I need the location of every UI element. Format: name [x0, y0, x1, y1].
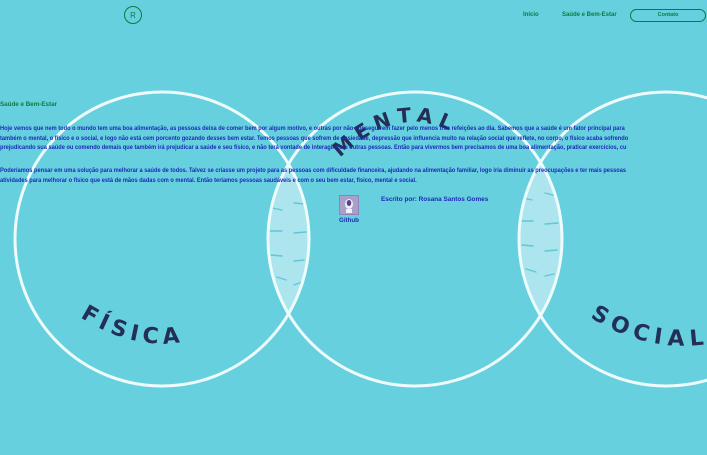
- venn-diagram: FÍSICA MENTAL SOCIAL: [13, 90, 707, 388]
- overlap-hatching: [269, 192, 559, 286]
- label-social: SOCIAL: [587, 301, 707, 352]
- github-link[interactable]: Github: [339, 217, 359, 224]
- nav-link-saude[interactable]: Saúde e Bem-Estar: [562, 12, 617, 18]
- page-title: Saúde e Bem-Estar: [0, 101, 57, 108]
- author-credit: Escrito por: Rosana Santos Gomes: [381, 196, 489, 203]
- github-avatar[interactable]: [339, 195, 359, 215]
- contact-button[interactable]: Contato: [630, 9, 706, 22]
- label-fisica: FÍSICA: [77, 301, 186, 350]
- person-icon: [345, 199, 353, 213]
- paragraph-2: Poderíamos pensar em uma solução para me…: [0, 167, 627, 184]
- logo[interactable]: R: [124, 6, 142, 24]
- nav-link-inicio[interactable]: Início: [523, 12, 539, 18]
- paragraph-1: Hoje vemos que nem todo o mundo tem uma …: [0, 125, 629, 152]
